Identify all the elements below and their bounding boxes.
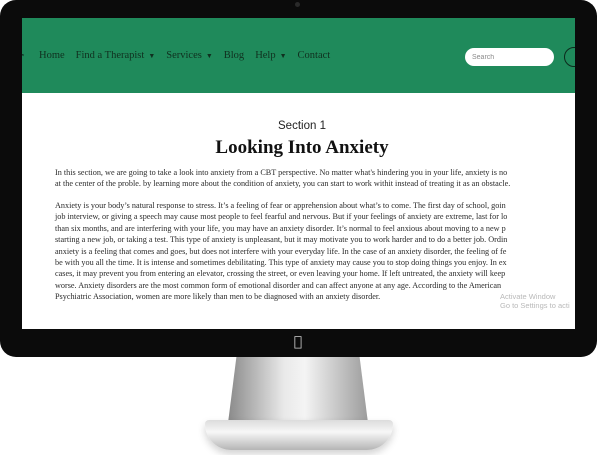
watermark-line: Go to Settings to acti: [500, 301, 570, 310]
watermark-line: Activate Window: [500, 292, 556, 301]
navbar: r Home Find a Therapist ▼ Services ▼ Blo…: [22, 18, 575, 93]
nav-item-blog[interactable]: Blog: [224, 50, 244, 61]
intro-paragraph: In this section, we are going to take a …: [55, 167, 575, 190]
paragraph-line: at the center of the proble. by learning…: [55, 179, 511, 189]
monitor-bezel: r Home Find a Therapist ▼ Services ▼ Blo…: [0, 0, 597, 357]
nav-item-label: Home: [39, 50, 65, 61]
paragraph-line: Anxiety is your body’s natural response …: [55, 201, 506, 210]
paragraph-line: anxiety is a feeling that comes and goes…: [55, 246, 507, 256]
nav-item-label: Help: [255, 50, 276, 61]
nav-item-label: Contact: [297, 50, 331, 61]
account-circle-button[interactable]: [564, 47, 575, 67]
paragraph-line: starting a new job, or taking a test. Th…: [55, 235, 508, 245]
nav-links: Home Find a Therapist ▼ Services ▼ Blog …: [39, 50, 341, 61]
nav-item-help[interactable]: Help ▼: [255, 50, 286, 61]
brand-logo[interactable]: r: [22, 48, 24, 64]
nav-item-services[interactable]: Services ▼: [166, 50, 213, 61]
paragraph-line: worse. Anxiety disorders are the most co…: [55, 280, 502, 290]
body-paragraph: Anxiety is your body’s natural response …: [55, 200, 575, 303]
paragraph-line: be with you all the time. It is intense …: [55, 258, 507, 268]
paragraph-line: cases, it may prevent you from entering …: [55, 269, 506, 279]
nav-item-contact[interactable]: Contact: [298, 50, 331, 61]
screen: r Home Find a Therapist ▼ Services ▼ Blo…: [22, 18, 575, 329]
paragraph-line: Psychiatric Association, women are more …: [55, 292, 381, 302]
nav-item-label: Find a Therapist: [75, 50, 145, 61]
monitor-stand-base: [205, 420, 393, 450]
paragraph-line: than six months, and are interfering wit…: [55, 223, 506, 233]
page-title: Looking Into Anxiety: [215, 137, 389, 158]
activate-windows-watermark: Activate Window Go to Settings to acti: [500, 292, 570, 310]
section-label: Section 1: [278, 120, 326, 132]
nav-item-label: Blog: [223, 50, 245, 61]
paragraph-line: job interview, or giving a speech may ca…: [55, 212, 508, 222]
search-input[interactable]: [465, 48, 554, 66]
paragraph-line: In this section, we are going to take a …: [55, 168, 508, 177]
caret-down-icon: ▼: [205, 51, 213, 60]
nav-item-label: Services: [166, 50, 202, 61]
apple-logo-icon: : [291, 334, 305, 350]
main-content: Section 1 Looking Into Anxiety In this s…: [22, 93, 575, 329]
monitor-stand: [228, 357, 368, 423]
caret-down-icon: ▼: [279, 51, 287, 60]
caret-down-icon: ▼: [148, 51, 156, 60]
nav-item-home[interactable]: Home: [39, 50, 65, 61]
camera-dot: [295, 2, 300, 7]
nav-item-find-a-therapist[interactable]: Find a Therapist ▼: [76, 50, 156, 61]
